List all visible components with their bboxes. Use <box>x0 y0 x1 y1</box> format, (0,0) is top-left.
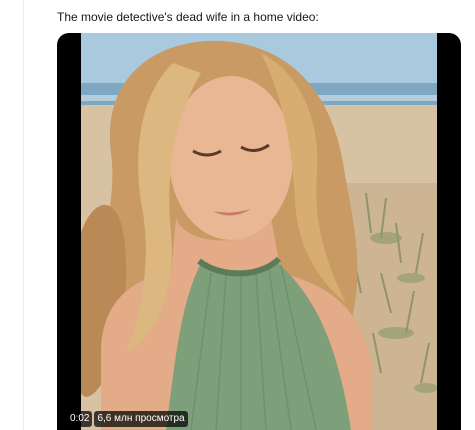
timeline-divider <box>23 0 24 430</box>
tweet-text: The movie detective's dead wife in a hom… <box>57 10 319 24</box>
video-stats-overlay: 0:02 6,6 млн просмотра <box>67 411 188 427</box>
video-time-badge: 0:02 <box>67 411 93 427</box>
video-still-image <box>81 33 437 430</box>
video-views-badge: 6,6 млн просмотра <box>94 411 188 427</box>
video-frame[interactable] <box>81 33 437 430</box>
tweet-page: The movie detective's dead wife in a hom… <box>0 0 475 430</box>
video-player[interactable]: 0:02 6,6 млн просмотра <box>57 33 461 430</box>
